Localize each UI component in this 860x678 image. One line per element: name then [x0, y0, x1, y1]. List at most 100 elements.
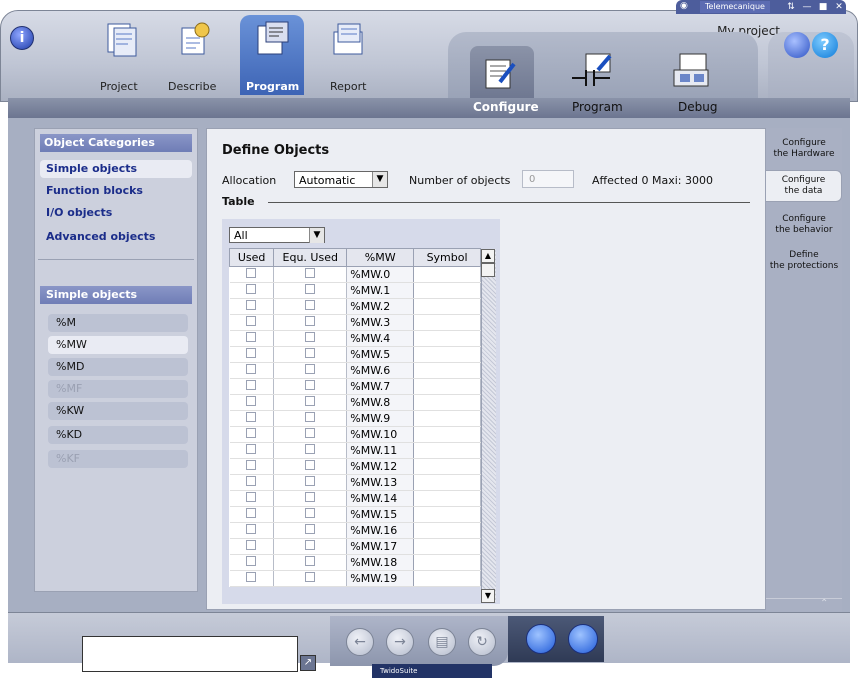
used-checkbox[interactable] — [246, 476, 257, 486]
sub-tab-configure[interactable]: Configure — [473, 100, 539, 114]
used-checkbox[interactable] — [246, 524, 257, 534]
used-checkbox[interactable] — [246, 428, 257, 438]
symbol-cell[interactable] — [413, 362, 481, 379]
sub-tab-program[interactable]: Program — [572, 100, 623, 114]
equ-used-checkbox[interactable] — [305, 316, 316, 326]
equ-used-checkbox[interactable] — [305, 364, 316, 374]
save-icon[interactable]: ▤ — [428, 628, 456, 656]
allocation-select[interactable]: Automatic ▼ — [294, 171, 388, 188]
table-row[interactable]: %MW.16 — [229, 522, 481, 539]
table-row[interactable]: %MW.2 — [229, 298, 481, 315]
back-icon[interactable]: ← — [346, 628, 374, 656]
used-checkbox[interactable] — [246, 268, 257, 278]
table-row[interactable]: %MW.9 — [229, 410, 481, 427]
scroll-thumb[interactable] — [481, 263, 495, 277]
symbol-cell[interactable] — [413, 442, 481, 459]
category-function-blocks[interactable]: Function blocks — [40, 182, 192, 200]
ladder-icon[interactable] — [568, 52, 616, 90]
equ-used-checkbox[interactable] — [305, 476, 316, 486]
table-scrollbar[interactable] — [481, 249, 496, 603]
tab-describe[interactable]: Describe — [168, 80, 216, 93]
equ-used-checkbox[interactable] — [305, 460, 316, 470]
used-checkbox[interactable] — [246, 284, 257, 294]
table-row[interactable]: %MW.10 — [229, 426, 481, 443]
describe-icon[interactable] — [174, 18, 216, 60]
tab-project[interactable]: Project — [100, 80, 138, 93]
symbol-cell[interactable] — [413, 378, 481, 395]
pin-icon[interactable]: ⇅ — [784, 1, 798, 13]
module-icon[interactable] — [568, 624, 598, 654]
symbol-cell[interactable] — [413, 554, 481, 571]
category-simple-objects[interactable]: Simple objects — [40, 160, 192, 178]
info-icon[interactable]: i — [10, 26, 34, 50]
collapse-icon[interactable]: ⌃ — [820, 598, 828, 609]
used-checkbox[interactable] — [246, 508, 257, 518]
used-checkbox[interactable] — [246, 332, 257, 342]
symbol-cell[interactable] — [413, 346, 481, 363]
symbol-cell[interactable] — [413, 282, 481, 299]
project-binder-icon[interactable] — [100, 18, 142, 60]
table-row[interactable]: %MW.5 — [229, 346, 481, 363]
symbol-cell[interactable] — [413, 394, 481, 411]
scroll-up-icon[interactable]: ▲ — [481, 249, 495, 263]
sub-tab-debug[interactable]: Debug — [678, 100, 717, 114]
col-equ-used[interactable]: Equ. Used — [273, 248, 348, 267]
symbol-cell[interactable] — [413, 570, 481, 587]
right-tab-define-protections[interactable]: Define the protections — [766, 250, 842, 272]
tab-report[interactable]: Report — [330, 80, 366, 93]
table-row[interactable]: %MW.8 — [229, 394, 481, 411]
used-checkbox[interactable] — [246, 572, 257, 582]
symbol-cell[interactable] — [413, 298, 481, 315]
used-checkbox[interactable] — [246, 556, 257, 566]
equ-used-checkbox[interactable] — [305, 524, 316, 534]
simple-object-mw[interactable]: %MW — [48, 336, 188, 354]
col-mw[interactable]: %MW — [346, 248, 415, 267]
table-row[interactable]: %MW.4 — [229, 330, 481, 347]
forward-icon[interactable]: → — [386, 628, 414, 656]
used-checkbox[interactable] — [246, 396, 257, 406]
col-symbol[interactable]: Symbol — [413, 248, 481, 267]
table-row[interactable]: %MW.12 — [229, 458, 481, 475]
equ-used-checkbox[interactable] — [305, 348, 316, 358]
simple-object-md[interactable]: %MD — [48, 358, 188, 376]
used-checkbox[interactable] — [246, 364, 257, 374]
symbol-cell[interactable] — [413, 410, 481, 427]
program-icon[interactable] — [252, 18, 294, 60]
symbol-cell[interactable] — [413, 474, 481, 491]
symbol-cell[interactable] — [413, 490, 481, 507]
close-icon[interactable]: ✕ — [832, 1, 846, 13]
equ-used-checkbox[interactable] — [305, 332, 316, 342]
table-row[interactable]: %MW.14 — [229, 490, 481, 507]
maximize-icon[interactable]: ■ — [816, 1, 830, 13]
report-icon[interactable] — [328, 18, 370, 60]
equ-used-checkbox[interactable] — [305, 396, 316, 406]
used-checkbox[interactable] — [246, 540, 257, 550]
symbol-cell[interactable] — [413, 266, 481, 283]
symbol-cell[interactable] — [413, 314, 481, 331]
table-row[interactable]: %MW.18 — [229, 554, 481, 571]
symbol-cell[interactable] — [413, 426, 481, 443]
debug-icon[interactable] — [668, 52, 716, 90]
table-row[interactable]: %MW.0 — [229, 266, 481, 283]
table-row[interactable]: %MW.11 — [229, 442, 481, 459]
used-checkbox[interactable] — [246, 444, 257, 454]
category-advanced-objects[interactable]: Advanced objects — [40, 228, 192, 246]
right-tab-configure-behavior[interactable]: Configure the behavior — [766, 214, 842, 236]
equ-used-checkbox[interactable] — [305, 300, 316, 310]
table-row[interactable]: %MW.19 — [229, 570, 481, 587]
symbol-cell[interactable] — [413, 458, 481, 475]
table-row[interactable]: %MW.1 — [229, 282, 481, 299]
simple-object-kw[interactable]: %KW — [48, 402, 188, 420]
filter-select[interactable]: All ▼ — [229, 227, 325, 243]
table-row[interactable]: %MW.7 — [229, 378, 481, 395]
used-checkbox[interactable] — [246, 300, 257, 310]
equ-used-checkbox[interactable] — [305, 268, 316, 278]
symbol-cell[interactable] — [413, 506, 481, 523]
equ-used-checkbox[interactable] — [305, 556, 316, 566]
simple-object-m[interactable]: %M — [48, 314, 188, 332]
used-checkbox[interactable] — [246, 460, 257, 470]
equ-used-checkbox[interactable] — [305, 492, 316, 502]
minimize-icon[interactable]: — — [800, 1, 814, 13]
equ-used-checkbox[interactable] — [305, 380, 316, 390]
equ-used-checkbox[interactable] — [305, 412, 316, 422]
